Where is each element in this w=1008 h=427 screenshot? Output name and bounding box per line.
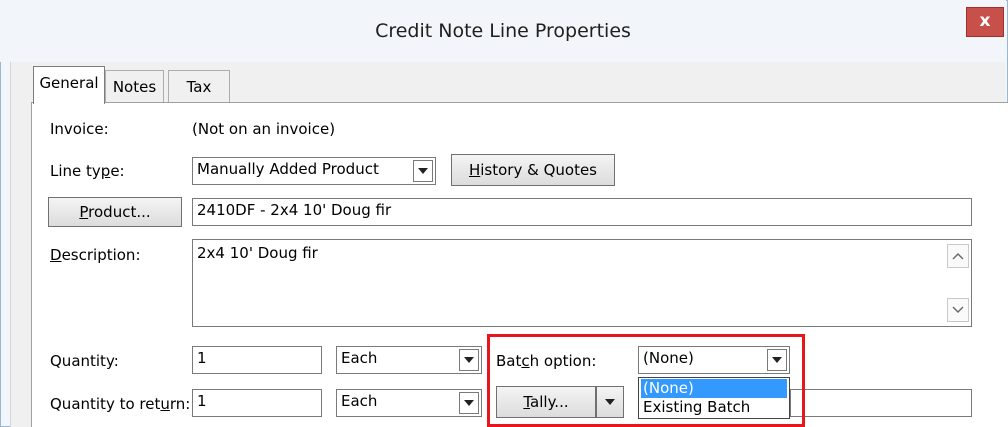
chevron-down-icon (605, 399, 615, 405)
history-quotes-button[interactable]: History & Quotes (451, 154, 615, 186)
tab-tax[interactable]: Tax (168, 70, 230, 103)
tally-dropdown-button[interactable] (596, 386, 624, 418)
tab-general[interactable]: General (33, 66, 105, 104)
quantity-unit-value: Each (341, 349, 378, 367)
tally-button[interactable]: Tally... (496, 386, 596, 418)
chevron-down-icon[interactable] (413, 160, 433, 182)
chevron-down-icon[interactable] (767, 349, 787, 371)
quantity-field[interactable]: 1 (192, 346, 322, 374)
line-type-label: Line type: (50, 162, 125, 180)
chevron-down-icon[interactable] (459, 392, 479, 414)
close-button[interactable]: x (966, 7, 1004, 37)
batch-option-select[interactable]: (None) (638, 346, 790, 374)
batch-option-label: Batch option: (496, 352, 597, 370)
qty-return-unit-value: Each (341, 392, 378, 410)
qty-return-field[interactable]: 1 (192, 389, 322, 417)
batch-option-value: (None) (643, 349, 694, 367)
description-value: 2x4 10' Doug fir (197, 244, 318, 262)
line-type-select[interactable]: Manually Added Product (192, 157, 436, 185)
batch-number-field[interactable] (790, 389, 972, 417)
batch-option-dropdown-list[interactable]: (None) Existing Batch (638, 377, 790, 419)
qty-return-label: Quantity to return: (50, 395, 191, 413)
line-type-value: Manually Added Product (197, 160, 379, 178)
batch-option-existing-batch[interactable]: Existing Batch (641, 398, 787, 417)
scroll-down-icon[interactable] (947, 298, 969, 322)
invoice-label: Invoice: (50, 120, 109, 138)
tab-notes[interactable]: Notes (105, 70, 164, 103)
chevron-down-icon[interactable] (459, 349, 479, 371)
batch-option-none[interactable]: (None) (641, 379, 787, 398)
invoice-value: (Not on an invoice) (192, 120, 336, 138)
quantity-unit-select[interactable]: Each (336, 346, 482, 374)
scroll-up-icon[interactable] (947, 244, 969, 268)
qty-return-unit-select[interactable]: Each (336, 389, 482, 417)
window-title: Credit Note Line Properties (375, 20, 631, 42)
description-textarea[interactable]: 2x4 10' Doug fir (192, 239, 972, 327)
description-label: Description: (50, 246, 141, 264)
title-bar[interactable]: Credit Note Line Properties (0, 0, 1006, 62)
quantity-label: Quantity: (50, 352, 119, 370)
product-field[interactable]: 2410DF - 2x4 10' Doug fir (192, 198, 972, 226)
product-button[interactable]: Product... (48, 197, 182, 227)
